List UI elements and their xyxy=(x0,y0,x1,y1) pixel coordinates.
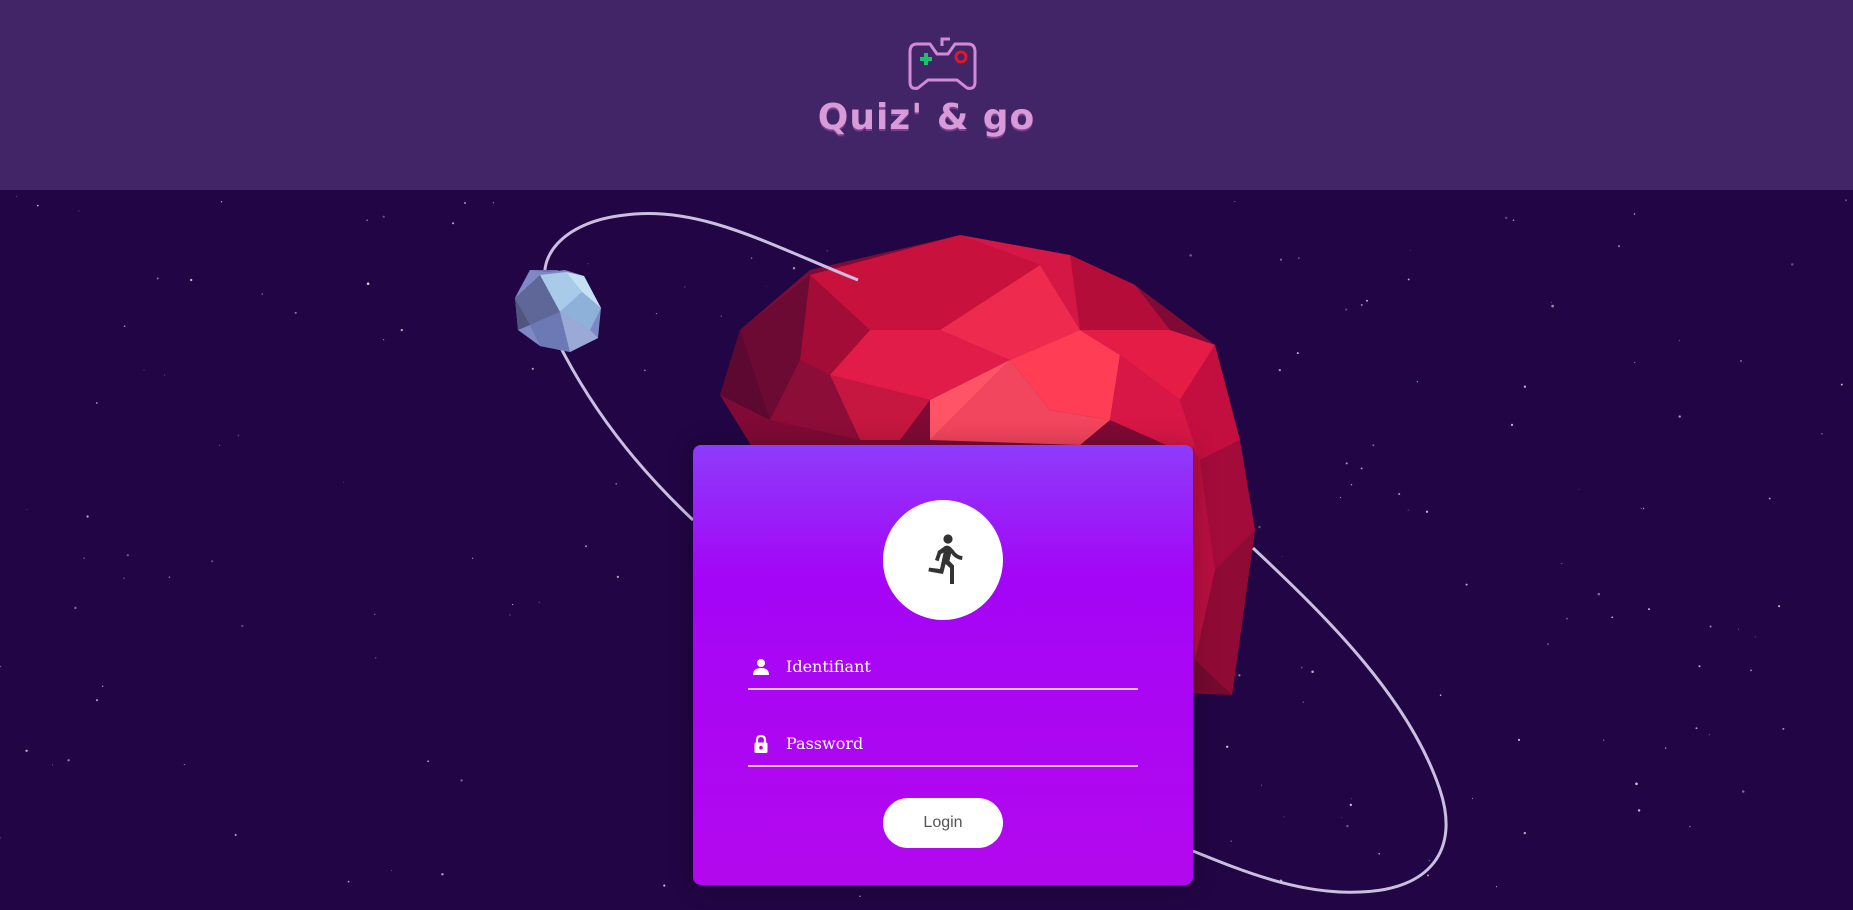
login-card: Login xyxy=(693,445,1193,885)
lock-icon xyxy=(754,734,768,753)
user-icon xyxy=(753,659,769,675)
username-field xyxy=(748,645,1138,690)
site-header: Quiz' & go xyxy=(0,0,1853,190)
username-input[interactable] xyxy=(786,645,1136,688)
password-input[interactable] xyxy=(786,722,1136,765)
login-button[interactable]: Login xyxy=(883,798,1003,848)
running-person-icon xyxy=(928,534,963,584)
brand-title: Quiz' & go xyxy=(817,97,1036,138)
moon xyxy=(515,270,601,352)
gamepad-icon xyxy=(908,37,977,90)
avatar xyxy=(883,500,1003,620)
password-field xyxy=(748,722,1138,767)
